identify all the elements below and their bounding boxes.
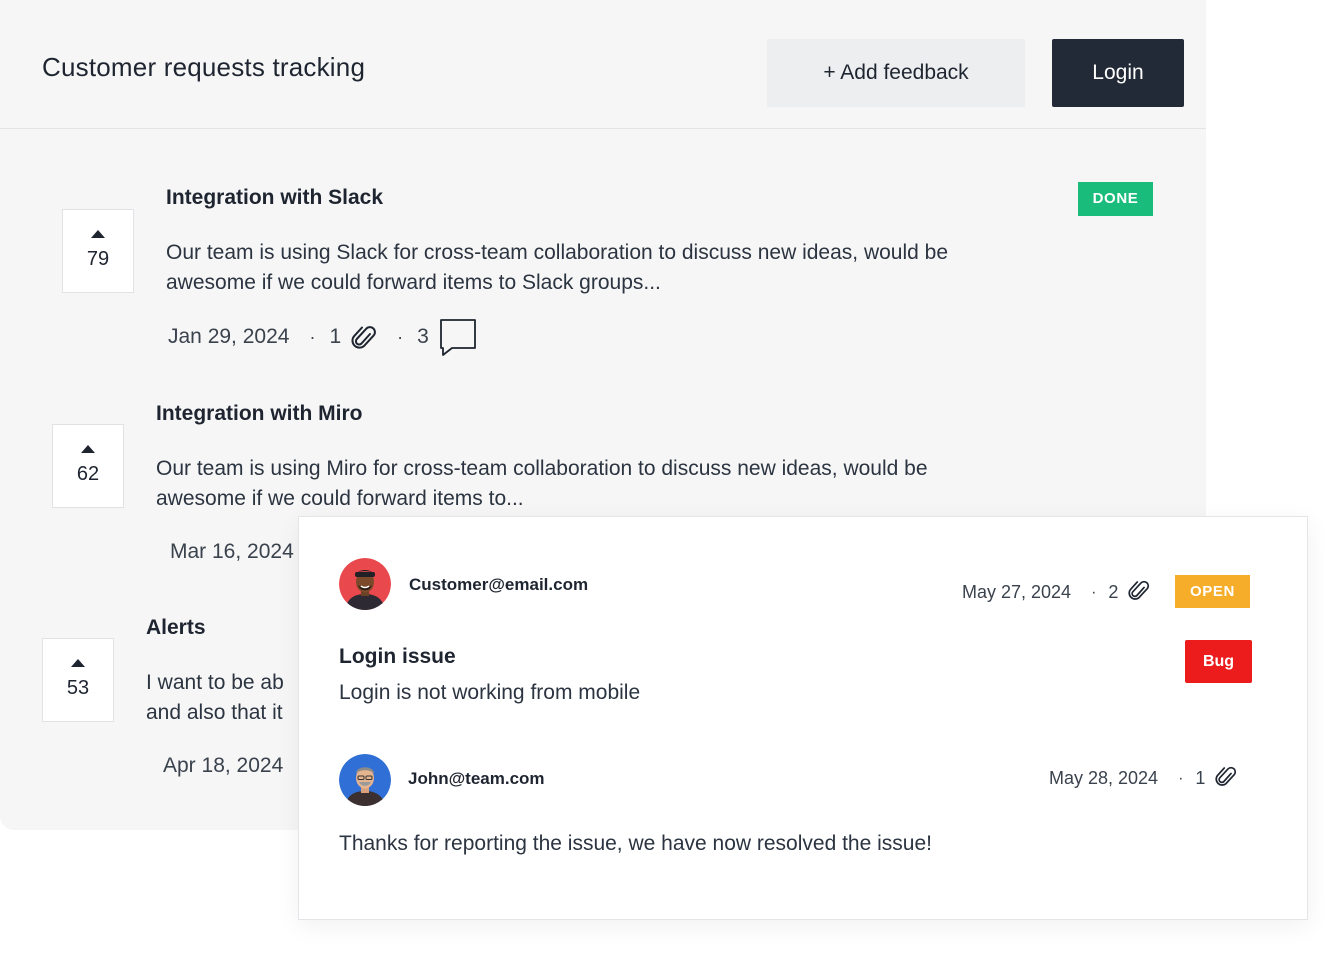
upvote-arrow-icon [91, 230, 105, 238]
bug-tag[interactable]: Bug [1185, 640, 1252, 683]
description-line: awesome if we could forward items to... [156, 487, 524, 510]
request-meta: Jan 29, 2024 · 1 · 3 [168, 318, 477, 356]
avatar[interactable] [339, 558, 391, 610]
add-feedback-button[interactable]: + Add feedback [767, 39, 1025, 107]
comment-count: 3 [417, 325, 429, 348]
reply-email: John@team.com [408, 769, 545, 788]
request-description: I want to be ab and also that it [146, 668, 296, 728]
upvote-arrow-icon [71, 659, 85, 667]
header: Customer requests tracking + Add feedbac… [0, 0, 1206, 129]
avatar[interactable] [339, 754, 391, 806]
page-title: Customer requests tracking [42, 52, 366, 82]
request-title[interactable]: Integration with Slack [166, 186, 383, 210]
upvote-button[interactable]: 53 [42, 638, 114, 722]
attachment-count: 1 [1195, 768, 1206, 788]
description-line: I want to be ab [146, 671, 284, 694]
feedback-date: May 27, 2024 [962, 582, 1072, 602]
request-description: Our team is using Slack for cross-team c… [166, 238, 1026, 298]
request-date: Apr 18, 2024 [163, 754, 284, 777]
customer-email: Customer@email.com [409, 575, 589, 594]
paperclip-icon[interactable] [1215, 763, 1237, 794]
attachment-count: 1 [329, 325, 342, 348]
reply-message: Thanks for reporting the issue, we have … [339, 832, 932, 855]
paperclip-icon[interactable] [351, 322, 377, 352]
description-line: Our team is using Miro for cross-team co… [156, 457, 928, 480]
description-line: awesome if we could forward items to Sla… [166, 271, 661, 294]
vote-count: 53 [66, 677, 90, 699]
customer-meta: May 27, 2024 · 2 [962, 577, 1150, 608]
issue-title: Login issue [339, 645, 456, 668]
reply-date: May 28, 2024 [1049, 768, 1159, 788]
vote-count: 62 [76, 463, 100, 485]
request-description: Our team is using Miro for cross-team co… [156, 454, 1016, 514]
separator-dot: · [309, 326, 316, 347]
upvote-button[interactable]: 79 [62, 209, 134, 293]
login-button[interactable]: Login [1052, 39, 1184, 107]
status-badge: OPEN [1175, 575, 1250, 608]
attachment-count: 2 [1108, 582, 1119, 602]
request-meta: Mar 16, 2024 [170, 540, 294, 564]
reply-meta: May 28, 2024 · 1 [1049, 763, 1237, 794]
upvote-arrow-icon [81, 445, 95, 453]
separator-dot: · [397, 326, 404, 347]
separator-dot: · [1091, 583, 1097, 601]
description-line: Our team is using Slack for cross-team c… [166, 241, 949, 264]
feedback-detail-card: Customer@email.com May 27, 2024 · 2 OPEN… [298, 516, 1308, 920]
issue-description: Login is not working from mobile [339, 681, 641, 704]
upvote-button[interactable]: 62 [52, 424, 124, 508]
request-title[interactable]: Alerts [146, 616, 206, 640]
status-badge: DONE [1078, 182, 1153, 216]
request-date: Mar 16, 2024 [170, 540, 294, 563]
request-title[interactable]: Integration with Miro [156, 402, 362, 426]
description-line: and also that it [146, 701, 283, 724]
request-meta: Apr 18, 2024 [163, 754, 283, 778]
paperclip-icon[interactable] [1128, 577, 1150, 608]
vote-count: 79 [86, 248, 110, 270]
comment-icon[interactable] [439, 318, 477, 356]
separator-dot: · [1178, 769, 1184, 787]
request-date: Jan 29, 2024 [168, 325, 290, 348]
